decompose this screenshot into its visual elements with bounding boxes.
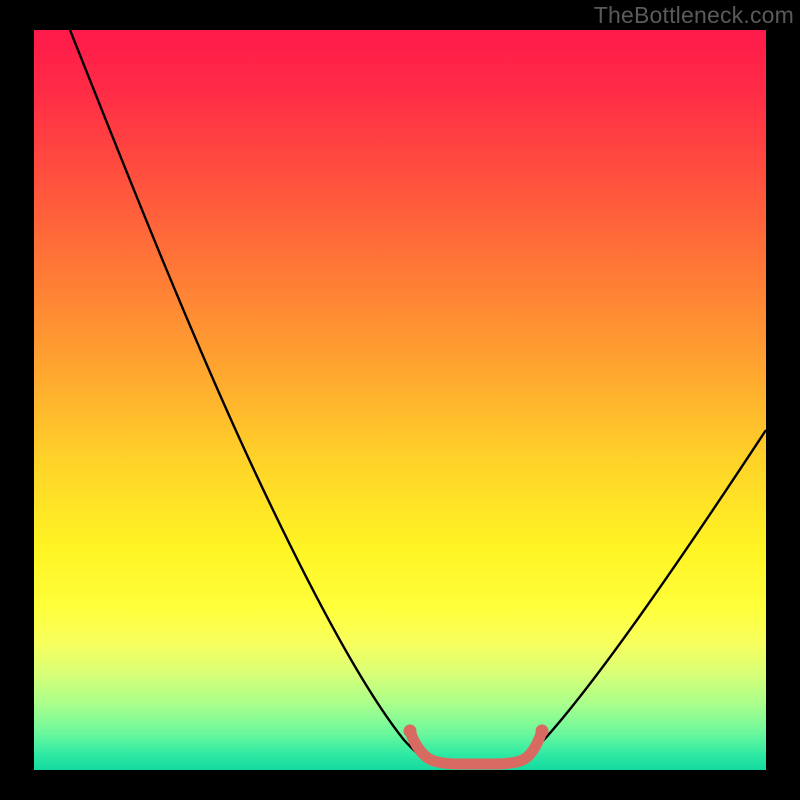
marker-endpoint-left [404,725,417,738]
plot-area [34,30,766,770]
optimal-zone-marker [410,731,542,764]
chart-frame: TheBottleneck.com [0,0,800,800]
watermark-text: TheBottleneck.com [594,2,794,29]
marker-endpoint-right [536,725,549,738]
bottleneck-curve [70,30,766,767]
curve-layer [34,30,766,770]
